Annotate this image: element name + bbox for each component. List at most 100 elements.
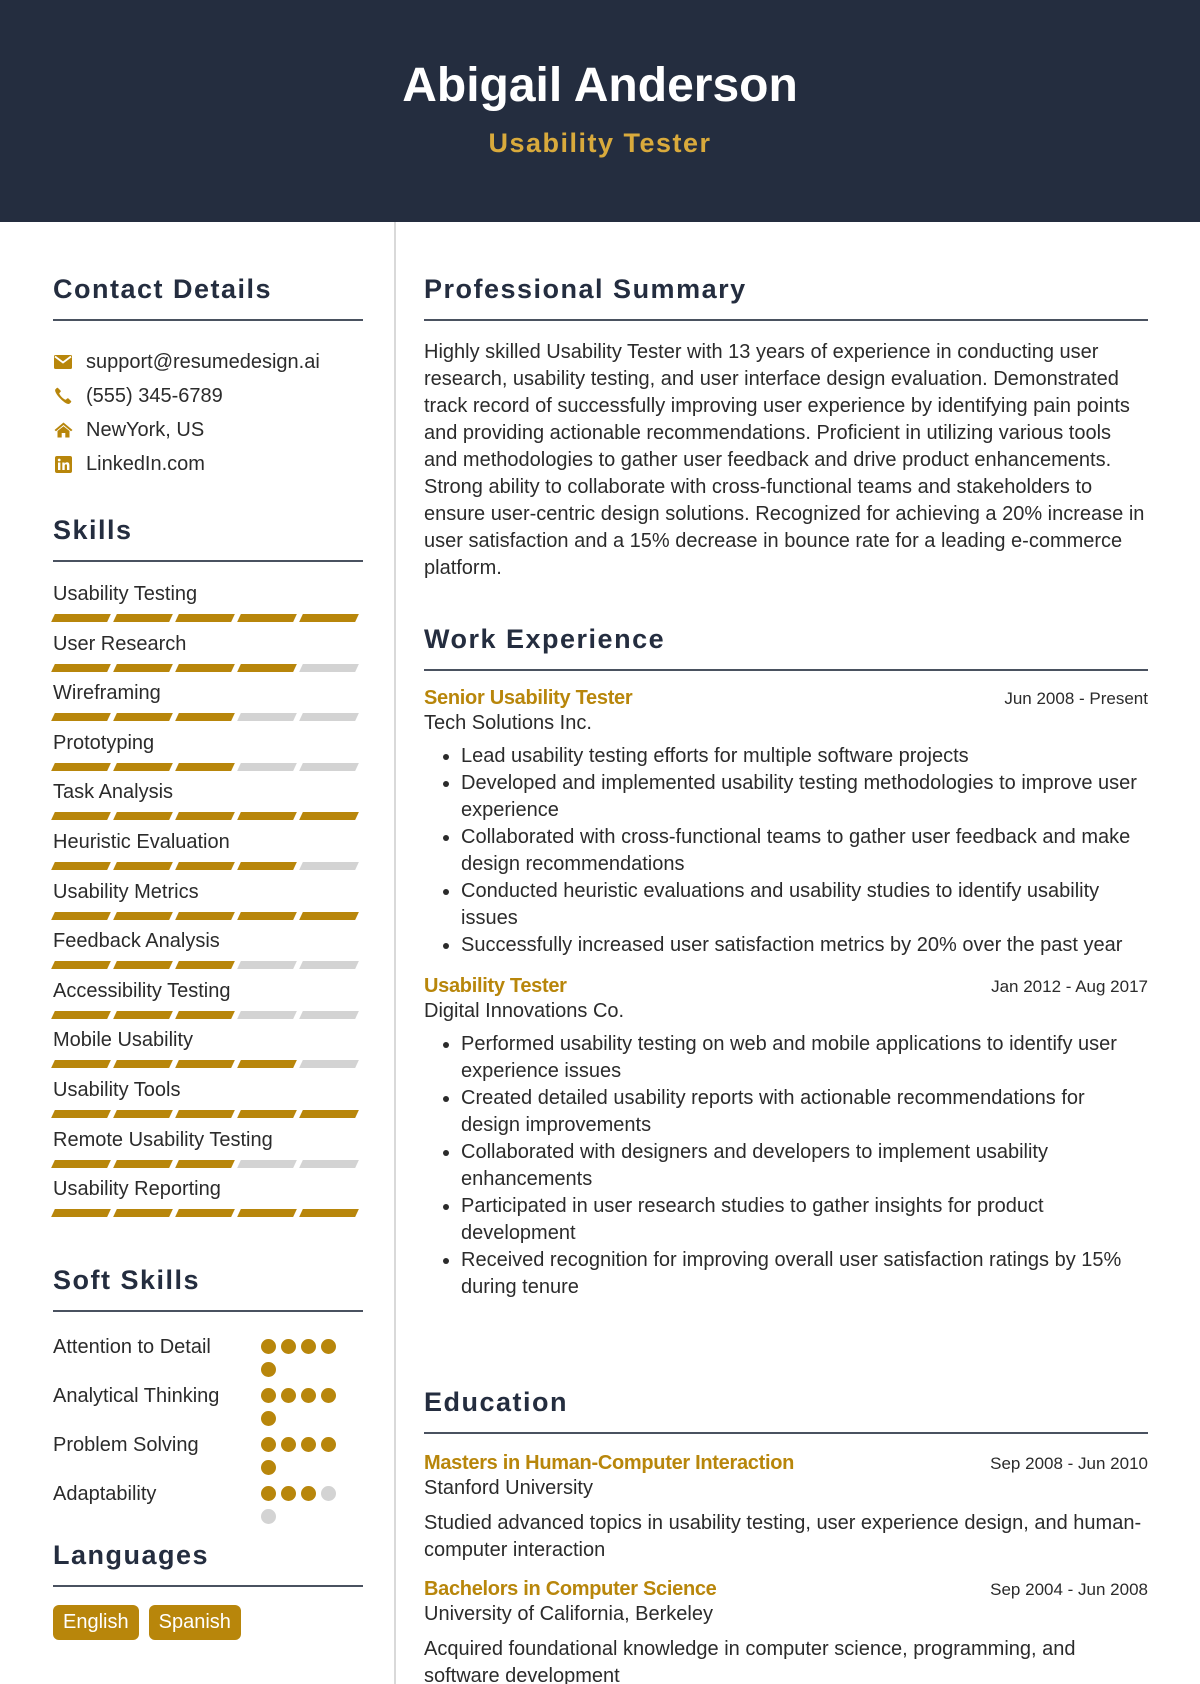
column-divider xyxy=(394,222,396,1684)
skill-level-segment-filled xyxy=(113,1159,173,1168)
skill-item: Feedback Analysis xyxy=(51,929,363,979)
skill-level-segment-filled xyxy=(51,762,111,771)
school-name: University of California, Berkeley xyxy=(424,1603,713,1625)
soft-skill-name: Problem Solving xyxy=(53,1434,199,1456)
skill-level-segment-filled xyxy=(175,713,235,722)
soft-skill-level-meter xyxy=(261,1432,343,1475)
level-dot-filled xyxy=(301,1437,316,1452)
skill-item: Mobile Usability xyxy=(51,1028,363,1078)
skill-level-segment-empty xyxy=(237,961,297,970)
section-title-contact: Contact Details xyxy=(53,274,363,321)
job-entry: Senior Usability Tester Jun 2008 - Prese… xyxy=(424,687,1148,959)
summary-section: Professional Summary Highly skilled Usab… xyxy=(424,274,1148,582)
skill-level-segment-filled xyxy=(51,1010,111,1019)
soft-skill-level-meter xyxy=(261,1383,343,1426)
section-title-summary: Professional Summary xyxy=(424,274,1148,321)
skill-level-segment-filled xyxy=(237,663,297,672)
skill-level-segment-filled xyxy=(51,1159,111,1168)
contact-list: support@resumedesign.ai (555) 345-6789 N… xyxy=(53,345,363,481)
job-bullet: Participated in user research studies to… xyxy=(461,1193,1148,1247)
level-dot-filled xyxy=(301,1388,316,1403)
skill-level-segment-filled xyxy=(175,911,235,920)
skill-level-meter xyxy=(51,614,363,622)
skill-level-segment-filled xyxy=(51,1109,111,1118)
skill-level-meter xyxy=(51,663,363,672)
skill-level-segment-filled xyxy=(51,812,111,821)
skill-level-meter xyxy=(51,1209,363,1218)
job-title: Senior Usability Tester xyxy=(424,687,633,709)
contact-linkedin[interactable]: LinkedIn.com xyxy=(53,447,363,481)
level-dot-filled xyxy=(301,1486,316,1501)
candidate-role: Usability Tester xyxy=(488,128,712,158)
skill-item: Task Analysis xyxy=(51,780,363,830)
skill-level-meter xyxy=(51,1159,363,1168)
skill-item: User Research xyxy=(51,632,363,682)
skill-level-segment-filled xyxy=(51,1060,111,1069)
skill-level-meter xyxy=(51,1010,363,1019)
skill-level-segment-filled xyxy=(113,911,173,920)
level-dot-filled xyxy=(261,1437,276,1452)
contact-phone[interactable]: (555) 345-6789 xyxy=(53,379,363,413)
level-dot-filled xyxy=(281,1437,296,1452)
level-dot-filled xyxy=(261,1339,276,1354)
job-bullet: Successfully increased user satisfaction… xyxy=(461,932,1148,959)
skill-level-segment-empty xyxy=(299,713,359,722)
job-date: Jun 2008 - Present xyxy=(1004,689,1148,708)
skill-level-segment-filled xyxy=(51,614,111,622)
skill-name: Usability Reporting xyxy=(53,1178,221,1201)
contact-email-text: support@resumedesign.ai xyxy=(86,350,320,373)
contact-email[interactable]: support@resumedesign.ai xyxy=(53,345,363,379)
skill-level-segment-filled xyxy=(299,812,359,821)
soft-skill-item: Attention to Detail xyxy=(53,1334,363,1377)
skill-level-segment-filled xyxy=(113,614,173,622)
skills-section: Skills Usability Testing User Research Wir… xyxy=(51,515,363,1227)
skill-item: Usability Testing xyxy=(51,582,363,632)
skill-name: Usability Testing xyxy=(53,583,198,605)
skill-name: User Research xyxy=(53,632,187,655)
education-entry: Masters in Human-Computer Interaction Se… xyxy=(424,1452,1148,1564)
soft-skill-name: Analytical Thinking xyxy=(53,1385,220,1407)
skill-level-segment-filled xyxy=(175,861,235,870)
contact-linkedin-text: LinkedIn.com xyxy=(86,452,205,475)
education-section: Education Masters in Human-Computer Inte… xyxy=(424,1387,1148,1684)
language-list: English Spanish xyxy=(53,1605,363,1640)
skill-name: Usability Metrics xyxy=(53,880,199,903)
skill-name: Feedback Analysis xyxy=(53,930,220,953)
skill-level-segment-filled xyxy=(51,1209,111,1218)
contact-location: NewYork, US xyxy=(53,413,363,447)
skill-level-segment-filled xyxy=(175,614,235,622)
education-description: Studied advanced topics in usability tes… xyxy=(424,1512,1142,1561)
skill-name: Mobile Usability xyxy=(53,1029,194,1052)
envelope-icon xyxy=(53,352,73,372)
skill-level-segment-filled xyxy=(175,1060,235,1069)
skill-level-segment-empty xyxy=(299,1060,359,1069)
resume-header: Abigail Anderson Usability Tester xyxy=(0,0,1200,222)
skill-level-segment-empty xyxy=(237,762,297,771)
skill-level-segment-empty xyxy=(299,1159,359,1168)
section-title-languages: Languages xyxy=(53,1540,363,1587)
job-bullet: Lead usability testing efforts for multi… xyxy=(461,743,1148,770)
skill-level-segment-filled xyxy=(175,1209,235,1218)
summary-text: Highly skilled Usability Tester with 13 … xyxy=(424,341,1145,579)
phone-icon xyxy=(53,386,73,406)
skill-item: Prototyping xyxy=(51,731,363,781)
skill-level-segment-empty xyxy=(299,861,359,870)
skill-level-segment-filled xyxy=(175,1010,235,1019)
skill-name: Remote Usability Testing xyxy=(53,1128,273,1151)
soft-skills-section: Soft Skills Attention to Detail Analytica… xyxy=(53,1265,363,1524)
skill-level-segment-filled xyxy=(113,1060,173,1069)
soft-skill-item: Problem Solving xyxy=(53,1432,363,1475)
skill-level-segment-empty xyxy=(237,713,297,722)
skill-level-segment-filled xyxy=(175,1159,235,1168)
linkedin-icon xyxy=(53,454,73,474)
skill-list: Usability Testing User Research Wireframin… xyxy=(51,582,363,1227)
skill-name: Wireframing xyxy=(53,682,161,705)
level-dot-filled xyxy=(321,1339,336,1354)
skill-level-segment-filled xyxy=(51,861,111,870)
skill-level-segment-filled xyxy=(51,663,111,672)
skill-level-segment-empty xyxy=(237,1010,297,1019)
skill-name: Accessibility Testing xyxy=(53,979,231,1002)
skill-item: Remote Usability Testing xyxy=(51,1128,363,1178)
skill-level-segment-filled xyxy=(175,1109,235,1118)
languages-section: Languages English Spanish xyxy=(53,1540,363,1640)
